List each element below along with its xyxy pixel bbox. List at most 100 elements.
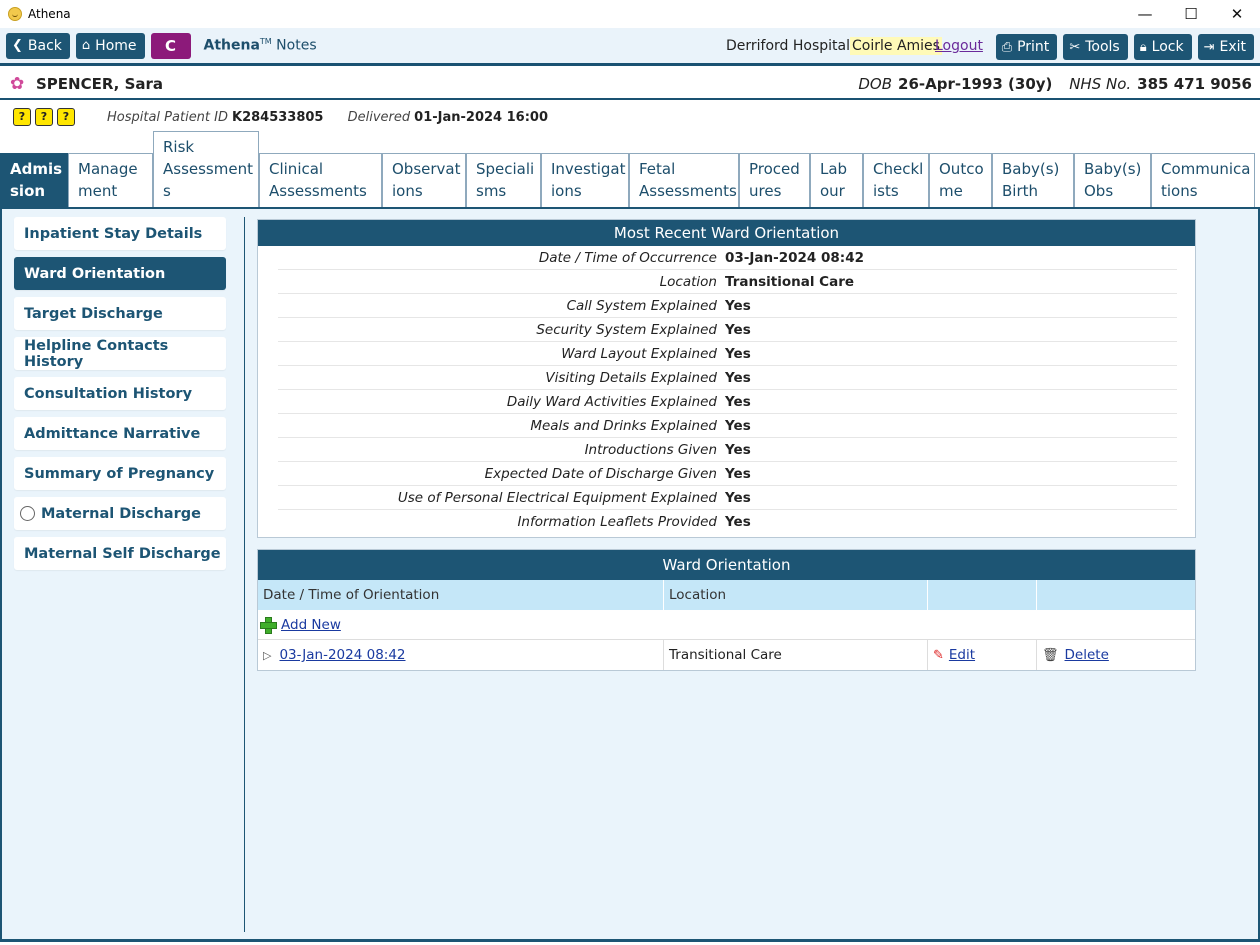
flower-icon: ✿: [10, 73, 25, 94]
tab-observations[interactable]: Observat ions: [382, 153, 466, 209]
recent-orientation-panel: Most Recent Ward Orientation Date / Time…: [257, 219, 1196, 538]
detail-label: Date / Time of Occurrence: [538, 249, 717, 266]
nav-target-discharge[interactable]: Target Discharge: [14, 297, 226, 330]
hospital-id-label: Hospital Patient ID: [107, 110, 228, 125]
tab-clinical-assessments[interactable]: Clinical Assessments: [259, 153, 382, 209]
nav-consultation-history[interactable]: Consultation History: [14, 377, 226, 410]
trash-icon: 🗑︎: [1042, 647, 1059, 663]
tab-communications[interactable]: Communica tions: [1151, 153, 1255, 209]
nav-maternal-self-discharge[interactable]: Maternal Self Discharge: [14, 537, 226, 570]
hospital-id-value: K284533805: [232, 110, 324, 125]
col-location: Location: [664, 580, 928, 610]
col-date-time: Date / Time of Orientation: [258, 580, 664, 610]
exit-button[interactable]: ⇥ Exit: [1197, 34, 1254, 60]
detail-label: Daily Ward Activities Explained: [506, 393, 717, 410]
exit-icon: ⇥: [1203, 39, 1215, 55]
delete-link[interactable]: Delete: [1065, 647, 1109, 663]
plus-icon: [260, 617, 277, 634]
nav-maternal-discharge[interactable]: Maternal Discharge: [14, 497, 226, 530]
brand-name: Athena: [203, 37, 260, 54]
question-icon[interactable]: ?: [35, 108, 53, 126]
detail-row: Introductions Given Yes: [278, 438, 1177, 462]
minimize-button[interactable]: —: [1122, 0, 1168, 28]
nav-maternal-discharge-label: Maternal Discharge: [41, 505, 201, 522]
exit-label: Exit: [1219, 39, 1246, 55]
tab-babys-obs[interactable]: Baby(s) Obs: [1074, 153, 1151, 209]
maximize-button[interactable]: ☐: [1168, 0, 1214, 28]
ward-orientation-panel: Ward Orientation Date / Time of Orientat…: [257, 549, 1196, 671]
nav-inpatient-stay-details[interactable]: Inpatient Stay Details: [14, 217, 226, 250]
detail-label: Security System Explained: [536, 321, 717, 338]
detail-value: Yes: [725, 297, 751, 314]
detail-value: Transitional Care: [725, 273, 855, 290]
chevron-left-icon: ❮: [12, 38, 23, 53]
detail-value: Yes: [725, 465, 751, 482]
detail-label: Use of Personal Electrical Equipment Exp…: [397, 489, 717, 506]
patient-banner: ✿ SPENCER, Sara DOB 26-Apr-1993 (30y) NHS…: [0, 69, 1260, 100]
tab-labour[interactable]: Lab our: [810, 153, 863, 209]
table-header: Date / Time of Orientation Location: [258, 580, 1195, 610]
detail-row: Information Leaflets Provided Yes: [278, 510, 1177, 534]
delivered-label: Delivered: [347, 110, 411, 125]
home-button[interactable]: ⌂ Home: [75, 32, 145, 59]
row-location: Transitional Care: [664, 640, 928, 670]
detail-value: Yes: [725, 345, 751, 362]
tab-checklists[interactable]: Checkl ists: [863, 153, 929, 209]
tab-specialisms[interactable]: Speciali sms: [466, 153, 541, 209]
hospital-name: Derriford Hospital: [726, 38, 851, 54]
expand-triangle-icon[interactable]: ▷: [263, 649, 271, 662]
tab-management[interactable]: Manage ment: [68, 153, 153, 209]
detail-label: Meals and Drinks Explained: [530, 417, 717, 434]
nav-divider: [244, 217, 245, 932]
edit-link[interactable]: Edit: [949, 647, 975, 663]
detail-row: Security System Explained Yes: [278, 318, 1177, 342]
tab-investigations[interactable]: Investigat ions: [541, 153, 629, 209]
detail-row: Expected Date of Discharge Given Yes: [278, 462, 1177, 486]
detail-label: Information Leaflets Provided: [517, 514, 717, 530]
tab-fetal-assessments[interactable]: Fetal Assessments: [629, 153, 739, 209]
detail-value: Yes: [725, 321, 751, 338]
tab-risk-assessments[interactable]: Risk Assessment s: [153, 131, 259, 207]
tab-outcome[interactable]: Outco me: [929, 153, 992, 209]
back-button[interactable]: ❮ Back: [6, 32, 70, 59]
nhs-label: NHS No.: [1069, 75, 1132, 93]
printer-icon: ⎙: [1001, 39, 1013, 55]
print-button[interactable]: ⎙ Print: [995, 34, 1058, 60]
tab-admission[interactable]: Admis sion: [0, 153, 68, 209]
lock-icon: 🔒︎: [1139, 39, 1147, 55]
c-button[interactable]: C: [150, 32, 191, 59]
lock-button[interactable]: 🔒︎ Lock: [1133, 34, 1192, 60]
patient-name: SPENCER, Sara: [36, 74, 164, 93]
question-icon[interactable]: ?: [57, 108, 75, 126]
nav-admittance-narrative[interactable]: Admittance Narrative: [14, 417, 226, 450]
tab-babys-birth[interactable]: Baby(s) Birth: [992, 153, 1074, 209]
tools-button[interactable]: ✂ Tools: [1063, 34, 1128, 60]
question-list-icon[interactable]: ?: [13, 108, 31, 126]
radio-circle-icon: [20, 506, 35, 521]
col-edit: [928, 580, 1037, 610]
current-user: Coirle Amies: [850, 37, 942, 55]
toolbar: ❮ Back ⌂ Home C AthenaTM Notes Derriford…: [0, 28, 1260, 66]
nav-summary-of-pregnancy[interactable]: Summary of Pregnancy: [14, 457, 226, 490]
close-button[interactable]: ✕: [1214, 0, 1260, 28]
pencil-icon: ✎: [933, 647, 944, 663]
back-label: Back: [27, 37, 62, 54]
brand-suffix: Notes: [276, 37, 317, 54]
dob-value: 26-Apr-1993 (30y): [898, 75, 1053, 93]
tab-bar: Admis sion Manage ment Risk Assessment s Cli…: [0, 131, 1260, 209]
dob-label: DOB: [858, 75, 893, 93]
content-area: Inpatient Stay Details Ward Orientation …: [0, 209, 1260, 942]
app-logo-icon: [8, 7, 22, 21]
add-new-link[interactable]: Add New: [281, 617, 341, 633]
detail-row: Call System Explained Yes: [278, 294, 1177, 318]
detail-value: Yes: [725, 489, 751, 506]
logout-link[interactable]: Logout: [935, 38, 983, 54]
nav-ward-orientation[interactable]: Ward Orientation: [14, 257, 226, 290]
detail-row: Visiting Details Explained Yes: [278, 366, 1177, 390]
row-date-link[interactable]: 03-Jan-2024 08:42: [279, 647, 405, 663]
nav-helpline-contacts-history[interactable]: Helpline Contacts History: [14, 337, 226, 370]
detail-label: Visiting Details Explained: [545, 369, 717, 386]
detail-value: 03-Jan-2024 08:42: [725, 249, 864, 266]
tab-procedures[interactable]: Proced ures: [739, 153, 810, 209]
title-bar: Athena — ☐ ✕: [0, 0, 1260, 28]
